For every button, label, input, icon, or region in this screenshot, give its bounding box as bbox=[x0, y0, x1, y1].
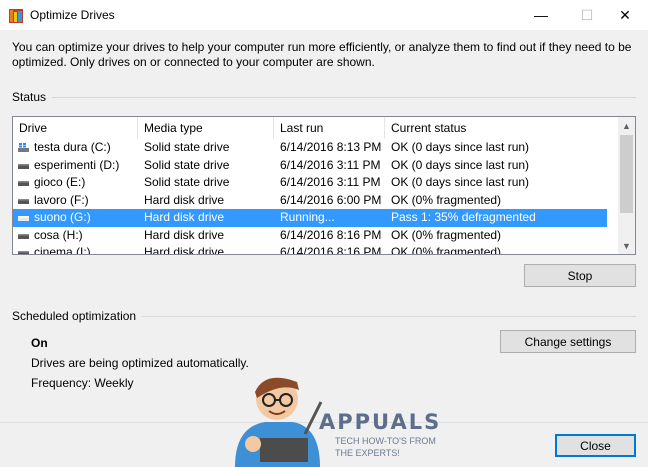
cell-media-type: Hard disk drive bbox=[144, 192, 225, 207]
close-window-button[interactable]: ✕ bbox=[602, 0, 648, 30]
cell-last-run: 6/14/2016 6:00 PM bbox=[280, 192, 382, 207]
drive-row[interactable]: gioco (E:) Solid state drive 6/14/2016 3:1… bbox=[13, 174, 607, 192]
status-label: Status bbox=[12, 90, 53, 104]
drive-row[interactable]: lavoro (F:) Hard disk drive 6/14/2016 6:00… bbox=[13, 192, 607, 210]
scroll-up-icon[interactable]: ▲ bbox=[618, 117, 635, 134]
cell-last-run: 6/14/2016 8:16 PM bbox=[280, 245, 382, 255]
cell-current-status: OK (0 days since last run) bbox=[391, 175, 530, 189]
drive-row[interactable]: suono (G:) Hard disk drive Running... Pass … bbox=[13, 209, 607, 227]
cell-media-type: Solid state drive bbox=[144, 175, 230, 189]
maximize-icon: ☐ bbox=[580, 6, 594, 23]
minimize-icon: — bbox=[534, 7, 548, 23]
cell-drive: lavoro (F:) bbox=[34, 192, 89, 207]
close-button[interactable]: Close bbox=[555, 434, 636, 457]
vertical-scrollbar[interactable]: ▲ ▼ bbox=[618, 117, 635, 254]
drive-row[interactable]: cosa (H:) Hard disk drive 6/14/2016 8:16 P… bbox=[13, 227, 607, 245]
cell-drive: cinema (I:) bbox=[34, 245, 91, 255]
drive-row[interactable]: esperimenti (D:) Solid state drive 6/14/20… bbox=[13, 157, 607, 175]
intro-text: You can optimize your drives to help you… bbox=[12, 40, 632, 69]
cell-last-run: 6/14/2016 8:16 PM bbox=[280, 227, 382, 242]
schedule-frequency: Frequency: Weekly bbox=[31, 376, 134, 390]
cell-drive: esperimenti (D:) bbox=[34, 157, 120, 172]
schedule-state: On bbox=[31, 336, 48, 350]
cell-current-status: OK (0 days since last run) bbox=[391, 140, 530, 154]
window-title: Optimize Drives bbox=[30, 8, 115, 22]
close-icon: ✕ bbox=[619, 6, 631, 23]
cell-current-status: Pass 1: 35% defragmented bbox=[391, 210, 536, 224]
cell-media-type: Solid state drive bbox=[144, 140, 230, 154]
cell-media-type: Hard disk drive bbox=[144, 227, 225, 242]
cell-current-status: OK (0% fragmented) bbox=[391, 227, 502, 242]
cell-drive: cosa (H:) bbox=[34, 227, 83, 242]
cell-media-type: Solid state drive bbox=[144, 157, 230, 172]
cell-last-run: 6/14/2016 3:11 PM bbox=[280, 157, 381, 172]
scroll-thumb[interactable] bbox=[620, 135, 633, 213]
column-header-media-type[interactable]: Media type bbox=[138, 117, 274, 139]
column-header-current-status[interactable]: Current status bbox=[385, 117, 619, 139]
stop-button[interactable]: Stop bbox=[524, 264, 636, 287]
schedule-description: Drives are being optimized automatically… bbox=[31, 356, 249, 370]
cell-current-status: OK (0% fragmented) bbox=[391, 192, 502, 207]
drives-list[interactable]: Drive Media type Last run Current status… bbox=[12, 116, 636, 255]
drives-list-header: Drive Media type Last run Current status bbox=[13, 117, 619, 139]
watermark-tagline-1: TECH HOW-TO'S FROM bbox=[335, 436, 436, 446]
title-bar: Optimize Drives — ☐ ✕ bbox=[0, 0, 648, 30]
optimize-drives-app-icon bbox=[9, 9, 23, 23]
cell-last-run: 6/14/2016 3:11 PM bbox=[280, 175, 381, 189]
status-divider bbox=[12, 97, 636, 98]
column-header-drive[interactable]: Drive bbox=[13, 117, 138, 139]
column-header-last-run[interactable]: Last run bbox=[274, 117, 385, 139]
cell-drive: suono (G:) bbox=[34, 210, 91, 224]
cell-current-status: OK (0% fragmented) bbox=[391, 245, 502, 255]
drive-row[interactable]: testa dura (C:) Solid state drive 6/14/201… bbox=[13, 139, 607, 157]
minimize-button[interactable]: — bbox=[518, 0, 564, 30]
cell-current-status: OK (0 days since last run) bbox=[391, 157, 530, 172]
cell-drive: testa dura (C:) bbox=[34, 140, 111, 154]
cell-media-type: Hard disk drive bbox=[144, 245, 225, 255]
change-settings-button[interactable]: Change settings bbox=[500, 330, 636, 353]
watermark-tagline-2: THE EXPERTS! bbox=[335, 448, 400, 458]
cell-last-run: 6/14/2016 8:13 PM bbox=[280, 140, 382, 154]
scheduled-label: Scheduled optimization bbox=[12, 309, 143, 323]
cell-drive: gioco (E:) bbox=[34, 175, 86, 189]
drive-row[interactable]: cinema (I:) Hard disk drive 6/14/2016 8:16… bbox=[13, 244, 607, 255]
watermark-brand: APPUALS bbox=[319, 410, 442, 434]
cell-media-type: Hard disk drive bbox=[144, 210, 225, 224]
scroll-down-icon[interactable]: ▼ bbox=[618, 237, 635, 254]
cell-last-run: Running... bbox=[280, 210, 335, 224]
